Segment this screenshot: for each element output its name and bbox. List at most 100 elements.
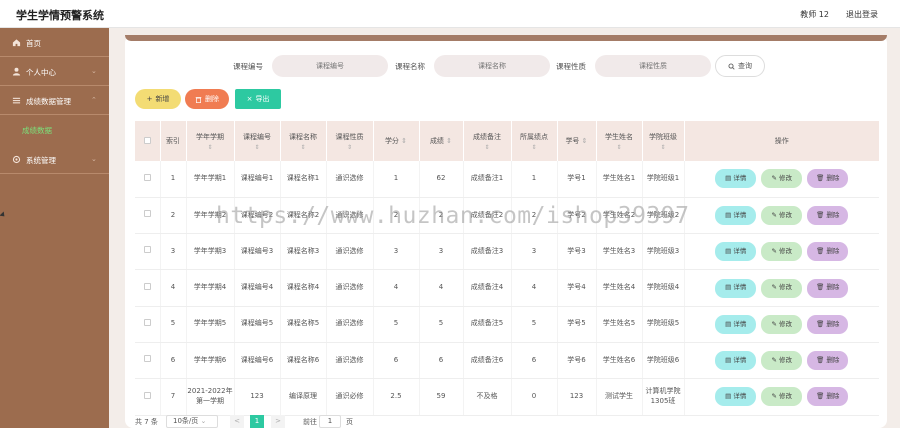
row-checkbox[interactable] <box>143 318 151 326</box>
sort-icon[interactable]: ⇕ <box>283 144 324 151</box>
next-page-button[interactable]: > <box>271 415 285 428</box>
col-credit[interactable]: 学分 ⇕ <box>372 121 419 161</box>
cell-gpa: 4 <box>510 269 557 307</box>
search-icon <box>728 62 735 70</box>
edit-button[interactable]: ✎ 修改 <box>761 278 803 298</box>
detail-button[interactable]: ▤ 详情 <box>715 314 757 334</box>
row-select-cell[interactable] <box>135 161 160 198</box>
cell-student-name: 学生姓名1 <box>595 161 642 198</box>
detail-button[interactable]: ▤ 详情 <box>715 278 757 298</box>
row-select-cell[interactable] <box>135 197 160 235</box>
course-no-label: 课程编号 <box>233 62 263 71</box>
row-select-cell[interactable] <box>135 306 160 343</box>
card-top-bar <box>125 35 887 41</box>
col-student-no[interactable]: 学号 ⇕ <box>556 121 596 161</box>
col-term[interactable]: 学年学期 ⇕ <box>185 121 234 161</box>
sidebar-item-label: 首页 <box>26 39 41 48</box>
logout-link[interactable]: 退出登录 <box>846 9 878 20</box>
course-name-input[interactable] <box>434 55 550 77</box>
cell-course-type: 通识选修 <box>325 306 373 343</box>
document-icon: ▤ <box>725 174 732 183</box>
delete-button[interactable]: 🗑 删除 <box>807 314 849 334</box>
row-checkbox[interactable] <box>143 355 151 363</box>
sidebar-item-score-data[interactable]: 成绩数据 <box>0 115 109 144</box>
prev-page-button[interactable]: < <box>230 415 244 428</box>
col-actions: 操作 <box>683 121 879 161</box>
course-type-input[interactable] <box>595 55 711 77</box>
row-checkbox[interactable] <box>143 282 151 290</box>
edit-button[interactable]: ✎ 修改 <box>761 242 803 262</box>
sort-icon[interactable]: ⇕ <box>237 144 278 151</box>
detail-button[interactable]: ▤ 详情 <box>715 387 757 407</box>
row-checkbox[interactable] <box>143 391 151 399</box>
row-select-cell[interactable] <box>135 342 160 380</box>
cell-remark: 不及格 <box>462 378 511 416</box>
col-class[interactable]: 学院班级 ⇕ <box>641 121 684 161</box>
cell-credit: 2 <box>372 197 419 235</box>
col-course-name[interactable]: 课程名称 ⇕ <box>279 121 326 161</box>
detail-button[interactable]: ▤ 详情 <box>715 242 757 262</box>
query-button[interactable]: 查询 <box>715 55 765 77</box>
delete-button[interactable]: 🗑 删除 <box>807 169 849 189</box>
sort-icon[interactable]: ⇕ <box>329 144 371 151</box>
export-button[interactable]: × 导出 <box>235 89 281 109</box>
cell-score: 5 <box>418 306 463 343</box>
row-checkbox[interactable] <box>143 210 151 218</box>
col-course-no[interactable]: 课程编号 ⇕ <box>233 121 280 161</box>
sort-icon[interactable]: ⇕ <box>466 144 509 151</box>
add-button[interactable]: + 新增 <box>135 89 181 109</box>
list-icon <box>12 97 21 104</box>
delete-button[interactable]: 🗑 删除 <box>807 278 849 298</box>
batch-delete-button[interactable]: 删除 <box>185 89 229 109</box>
col-student-name[interactable]: 学生姓名 ⇕ <box>595 121 642 161</box>
col-course-type[interactable]: 课程性质 ⇕ <box>325 121 373 161</box>
edit-button[interactable]: ✎ 修改 <box>761 314 803 334</box>
edit-button[interactable]: ✎ 修改 <box>761 351 803 371</box>
cell-index: 2 <box>159 197 186 235</box>
cell-student-no: 学号5 <box>556 306 596 343</box>
score-table: 索引 学年学期 ⇕ 课程编号 ⇕ 课程名称 ⇕ 课程性质 ⇕ 学分 ⇕ 成绩 ⇕ 成绩备… <box>135 121 879 416</box>
cell-credit: 2.5 <box>372 378 419 416</box>
select-all-cell[interactable] <box>135 121 160 161</box>
sort-icon[interactable]: ⇕ <box>645 144 682 151</box>
sidebar-item-score-management[interactable]: 成绩数据管理 ⌃ <box>0 86 109 115</box>
sort-icon[interactable]: ⇕ <box>514 144 555 151</box>
row-select-cell[interactable] <box>135 269 160 307</box>
row-checkbox[interactable] <box>143 246 151 254</box>
sort-icon[interactable]: ⇕ <box>189 144 232 151</box>
cell-course-name: 编译原理 <box>279 378 326 416</box>
delete-button[interactable]: 🗑 删除 <box>807 205 849 225</box>
cell-student-no: 学号4 <box>556 269 596 307</box>
select-all-checkbox[interactable] <box>143 136 151 144</box>
course-no-input[interactable] <box>272 55 388 77</box>
sort-icon[interactable]: ⇕ <box>446 137 452 145</box>
row-select-cell[interactable] <box>135 378 160 416</box>
current-page[interactable]: 1 <box>250 415 264 428</box>
delete-button[interactable]: 🗑 删除 <box>807 387 849 407</box>
cell-student-no: 学号1 <box>556 161 596 198</box>
detail-button[interactable]: ▤ 详情 <box>715 205 757 225</box>
col-score[interactable]: 成绩 ⇕ <box>418 121 463 161</box>
goto-page-input[interactable]: 1 <box>319 415 341 428</box>
sort-icon[interactable]: ⇕ <box>401 137 407 145</box>
edit-button[interactable]: ✎ 修改 <box>761 387 803 407</box>
edit-button[interactable]: ✎ 修改 <box>761 169 803 189</box>
edit-button[interactable]: ✎ 修改 <box>761 205 803 225</box>
delete-button[interactable]: 🗑 删除 <box>807 242 849 262</box>
content-card: 课程编号 课程名称 课程性质 查询 + 新增 删除 × 导出 <box>125 35 887 428</box>
cell-gpa: 1 <box>510 161 557 198</box>
cell-course-no: 课程编号4 <box>233 269 280 307</box>
detail-button[interactable]: ▤ 详情 <box>715 351 757 371</box>
sidebar-item-home[interactable]: 首页 <box>0 28 109 57</box>
sort-icon[interactable]: ⇕ <box>599 144 640 151</box>
sidebar-item-profile[interactable]: 个人中心 ⌄ <box>0 57 109 86</box>
row-select-cell[interactable] <box>135 233 160 271</box>
detail-button[interactable]: ▤ 详情 <box>715 169 757 189</box>
delete-button[interactable]: 🗑 删除 <box>807 351 849 371</box>
col-gpa[interactable]: 所属绩点 ⇕ <box>510 121 557 161</box>
page-size-select[interactable]: 10条/页 ⌄ <box>166 415 218 428</box>
col-remark[interactable]: 成绩备注 ⇕ <box>462 121 511 161</box>
sidebar-item-system[interactable]: 系统管理 ⌄ <box>0 145 109 174</box>
row-checkbox[interactable] <box>143 173 151 181</box>
sort-icon[interactable]: ⇕ <box>582 137 588 145</box>
